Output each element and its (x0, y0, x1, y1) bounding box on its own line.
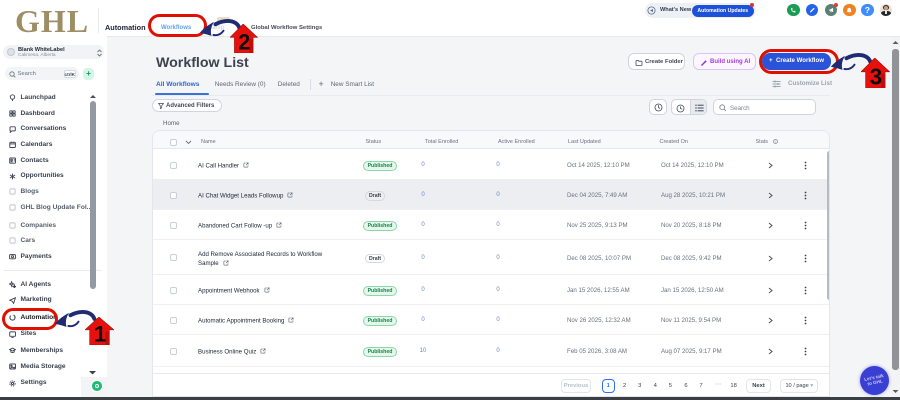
svg-text:1: 1 (94, 322, 107, 345)
svg-text:2: 2 (238, 29, 250, 53)
svg-text:3: 3 (870, 63, 882, 88)
